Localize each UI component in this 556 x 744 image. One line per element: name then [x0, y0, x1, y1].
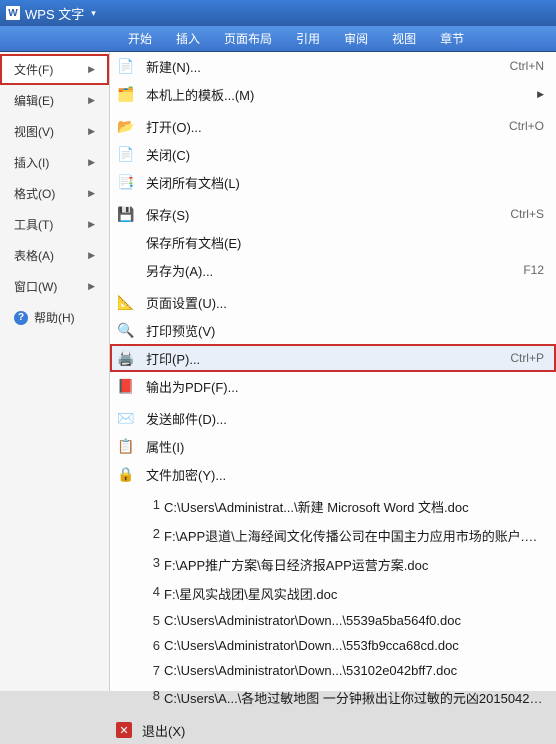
sidebar-item-window[interactable]: 窗口(W)▶ [0, 271, 109, 302]
recent-item-6[interactable]: 6C:\Users\Administrator\Down...\553fb9cc… [110, 633, 556, 658]
recent-item-5[interactable]: 5C:\Users\Administrator\Down...\5539a5ba… [110, 608, 556, 633]
close-file-icon: 📄 [116, 144, 136, 164]
menubar-reference[interactable]: 引用 [284, 26, 332, 51]
chevron-right-icon: ▶ [88, 157, 95, 168]
help-icon: ? [14, 311, 28, 325]
menubar-start[interactable]: 开始 [116, 26, 164, 51]
recent-item-2[interactable]: 2F:\APP退道\上海经闻文化传播公司在中国主力应用市场的账户.docx [110, 521, 556, 550]
chevron-right-icon: ▶ [88, 219, 95, 230]
sidebar-item-view[interactable]: 视图(V)▶ [0, 116, 109, 147]
menu-open[interactable]: 📂打开(O)...Ctrl+O [110, 112, 556, 140]
recent-item-3[interactable]: 3F:\APP推广方案\每日经济报APP运营方案.doc [110, 550, 556, 579]
folder-open-icon: 📂 [116, 116, 136, 136]
menu-save[interactable]: 💾保存(S)Ctrl+S [110, 200, 556, 228]
app-title: WPS 文字 [25, 4, 84, 23]
new-file-icon: 📄 [116, 56, 136, 76]
sidebar: 文件(F)▶ 编辑(E)▶ 视图(V)▶ 插入(I)▶ 格式(O)▶ 工具(T)… [0, 52, 110, 691]
menu-close[interactable]: 📄关闭(C) [110, 140, 556, 168]
sidebar-item-table[interactable]: 表格(A)▶ [0, 240, 109, 271]
chevron-right-icon: ▶ [88, 250, 95, 261]
menu-closeall[interactable]: 📑关闭所有文档(L) [110, 168, 556, 196]
menu-templates[interactable]: 🗂️本机上的模板...(M)▶ [110, 80, 556, 108]
menu-saveas[interactable]: 另存为(A)...F12 [110, 256, 556, 284]
menubar-layout[interactable]: 页面布局 [212, 26, 284, 51]
menu-print[interactable]: 🖨️打印(P)...Ctrl+P [110, 344, 556, 372]
template-icon: 🗂️ [116, 84, 136, 104]
recent-item-4[interactable]: 4F:\星风实战团\星风实战团.doc [110, 579, 556, 608]
menu-properties[interactable]: 📋属性(I) [110, 432, 556, 460]
print-icon: 🖨️ [116, 348, 136, 368]
file-menu: 📄新建(N)...Ctrl+N 🗂️本机上的模板...(M)▶ 📂打开(O)..… [110, 52, 556, 691]
recent-item-1[interactable]: 1C:\Users\Administrat...\新建 Microsoft Wo… [110, 492, 556, 521]
menubar: 开始 插入 页面布局 引用 审阅 视图 章节 [0, 26, 556, 52]
layout: 文件(F)▶ 编辑(E)▶ 视图(V)▶ 插入(I)▶ 格式(O)▶ 工具(T)… [0, 52, 556, 691]
menu-new[interactable]: 📄新建(N)...Ctrl+N [110, 52, 556, 80]
exit-icon: ✕ [116, 722, 132, 738]
lock-icon: 🔒 [116, 464, 136, 484]
print-preview-icon: 🔍 [116, 320, 136, 340]
sidebar-item-file[interactable]: 文件(F)▶ [0, 54, 109, 85]
dropdown-arrow-icon[interactable]: ▾ [91, 8, 96, 19]
chevron-right-icon: ▶ [88, 95, 95, 106]
chevron-right-icon: ▶ [88, 64, 95, 75]
page-setup-icon: 📐 [116, 292, 136, 312]
menu-exit[interactable]: ✕退出(X) [110, 716, 556, 744]
menu-sendmail[interactable]: ✉️发送邮件(D)... [110, 404, 556, 432]
menu-saveall[interactable]: 保存所有文档(E) [110, 228, 556, 256]
wps-icon: W [6, 6, 20, 20]
chevron-right-icon: ▶ [88, 281, 95, 292]
pdf-icon: 📕 [116, 376, 136, 396]
menubar-insert[interactable]: 插入 [164, 26, 212, 51]
sidebar-item-insert[interactable]: 插入(I)▶ [0, 147, 109, 178]
chevron-right-icon: ▶ [88, 188, 95, 199]
sidebar-item-tools[interactable]: 工具(T)▶ [0, 209, 109, 240]
chevron-right-icon: ▶ [537, 89, 544, 100]
menu-encrypt[interactable]: 🔒文件加密(Y)... [110, 460, 556, 488]
menu-printpreview[interactable]: 🔍打印预览(V) [110, 316, 556, 344]
chevron-right-icon: ▶ [88, 126, 95, 137]
sidebar-item-edit[interactable]: 编辑(E)▶ [0, 85, 109, 116]
menu-pagesetup[interactable]: 📐页面设置(U)... [110, 288, 556, 316]
sidebar-item-format[interactable]: 格式(O)▶ [0, 178, 109, 209]
recent-item-7[interactable]: 7C:\Users\Administrator\Down...\53102e04… [110, 658, 556, 683]
recent-item-8[interactable]: 8C:\Users\A...\各地过敏地图 一分钟揪出让你过敏的元凶201504… [110, 683, 556, 712]
sidebar-item-help[interactable]: ?帮助(H) [0, 302, 109, 333]
menubar-review[interactable]: 审阅 [332, 26, 380, 51]
titlebar: W WPS 文字 ▾ [0, 0, 556, 26]
menu-exportpdf[interactable]: 📕输出为PDF(F)... [110, 372, 556, 400]
save-icon: 💾 [116, 204, 136, 224]
menubar-chapter[interactable]: 章节 [428, 26, 476, 51]
app-title-wrap: W WPS 文字 ▾ [6, 4, 96, 23]
closeall-icon: 📑 [116, 172, 136, 192]
saveall-icon [116, 232, 136, 252]
saveas-icon [116, 260, 136, 280]
mail-icon: ✉️ [116, 408, 136, 428]
menubar-view[interactable]: 视图 [380, 26, 428, 51]
properties-icon: 📋 [116, 436, 136, 456]
